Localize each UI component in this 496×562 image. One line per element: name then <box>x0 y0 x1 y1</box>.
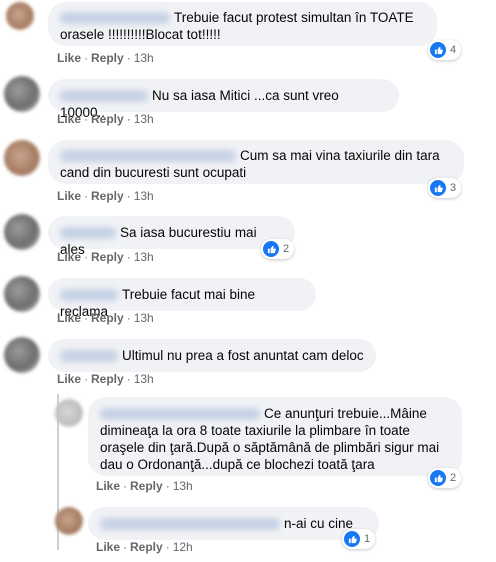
like-link[interactable]: Like <box>57 250 81 264</box>
avatar[interactable] <box>4 76 40 112</box>
reply-bubble: Ce anunţuri trebuie...Mâine dimineaţa la… <box>88 397 462 476</box>
reaction-count[interactable]: 2 <box>428 468 462 488</box>
reply-link[interactable]: Reply <box>91 372 124 386</box>
author-name[interactable] <box>60 150 236 163</box>
comment-bubble: Sa iasa bucurestiu mai ales <box>48 216 295 257</box>
avatar[interactable] <box>55 507 83 535</box>
like-link[interactable]: Like <box>96 540 120 554</box>
reply-text: oraşele din ţară.După o săptămână de pli… <box>100 440 440 455</box>
like-count: 2 <box>283 243 290 255</box>
comment-text: cand din bucuresti sunt ocupati <box>60 165 247 180</box>
comment-text: Trebuie facut protest simultan în TOATE <box>174 10 414 25</box>
author-name[interactable] <box>100 518 280 531</box>
author-name[interactable] <box>60 12 170 25</box>
comment-actions: Like · Reply · 13h <box>57 250 154 264</box>
thumbs-up-icon <box>344 531 360 547</box>
like-count: 1 <box>364 533 371 545</box>
reply-text: dau o Ordonanţă...după ce blochezi toată… <box>100 457 375 472</box>
comment-text: Cum sa mai vina taxiurile din tara <box>240 148 440 163</box>
reply-text: Ce anunţuri trebuie...Mâine <box>264 406 427 421</box>
author-name[interactable] <box>60 227 116 240</box>
reaction-count[interactable]: 1 <box>342 529 376 549</box>
reply-actions: Like · Reply · 13h <box>96 479 193 493</box>
thumbs-up-icon <box>263 241 279 257</box>
like-link[interactable]: Like <box>57 112 81 126</box>
comment-bubble: Trebuie facut mai bine reclama <box>48 278 316 319</box>
like-link[interactable]: Like <box>57 189 81 203</box>
reply-text: dimineaţa la ora 8 toate taxiurile la pl… <box>100 423 410 438</box>
timestamp[interactable]: 12h <box>173 540 193 554</box>
comment-bubble: Trebuie facut protest simultan în TOATE … <box>48 2 437 46</box>
timestamp[interactable]: 13h <box>134 372 154 386</box>
comment-actions: Like · Reply · 13h <box>57 372 154 386</box>
author-name[interactable] <box>60 350 118 363</box>
timestamp[interactable]: 13h <box>134 311 154 325</box>
reply-link[interactable]: Reply <box>91 51 124 65</box>
reply-text: n-ai cu cine <box>284 516 354 531</box>
avatar[interactable] <box>4 214 40 250</box>
avatar[interactable] <box>4 276 40 312</box>
timestamp[interactable]: 13h <box>134 51 154 65</box>
comment-text: Ultimul nu prea a fost anuntat cam deloc <box>122 348 364 363</box>
thumbs-up-icon <box>430 180 446 196</box>
avatar[interactable] <box>4 337 40 373</box>
reply-link[interactable]: Reply <box>91 250 124 264</box>
reply-link[interactable]: Reply <box>91 311 124 325</box>
comment-bubble: Cum sa mai vina taxiurile din tara cand … <box>48 140 464 184</box>
timestamp[interactable]: 13h <box>134 112 154 126</box>
reaction-count[interactable]: 2 <box>261 239 295 259</box>
author-name[interactable] <box>100 408 260 421</box>
comment-actions: Like · Reply · 13h <box>57 311 154 325</box>
like-link[interactable]: Like <box>57 51 81 65</box>
reply-link[interactable]: Reply <box>130 479 163 493</box>
comment-bubble: Ultimul nu prea a fost anuntat cam deloc <box>48 339 376 372</box>
like-count: 3 <box>450 182 457 194</box>
thumbs-up-icon <box>430 42 446 58</box>
comment-text: orasele !!!!!!!!!!Blocat tot!!!!! <box>60 27 221 42</box>
like-link[interactable]: Like <box>57 311 81 325</box>
avatar[interactable] <box>55 399 83 427</box>
thumbs-up-icon <box>430 470 446 486</box>
reply-bubble: n-ai cu cine <box>88 507 379 540</box>
timestamp[interactable]: 13h <box>134 189 154 203</box>
timestamp[interactable]: 13h <box>134 250 154 264</box>
like-link[interactable]: Like <box>57 372 81 386</box>
reply-link[interactable]: Reply <box>130 540 163 554</box>
avatar[interactable] <box>6 2 34 30</box>
comment-bubble: Nu sa iasa Mitici ...ca sunt vreo 10000.… <box>48 79 399 120</box>
avatar[interactable] <box>4 140 40 176</box>
like-count: 4 <box>450 44 457 56</box>
author-name[interactable] <box>60 289 118 302</box>
reply-link[interactable]: Reply <box>91 189 124 203</box>
like-link[interactable]: Like <box>96 479 120 493</box>
comment-actions: Like · Reply · 13h <box>57 189 154 203</box>
reply-link[interactable]: Reply <box>91 112 124 126</box>
like-count: 2 <box>450 472 457 484</box>
reply-actions: Like · Reply · 12h <box>96 540 193 554</box>
reaction-count[interactable]: 3 <box>428 178 462 198</box>
comment-actions: Like · Reply · 13h <box>57 112 154 126</box>
author-name[interactable] <box>60 90 148 103</box>
reaction-count[interactable]: 4 <box>428 40 462 60</box>
timestamp[interactable]: 13h <box>173 479 193 493</box>
comment-actions: Like · Reply · 13h <box>57 51 154 65</box>
